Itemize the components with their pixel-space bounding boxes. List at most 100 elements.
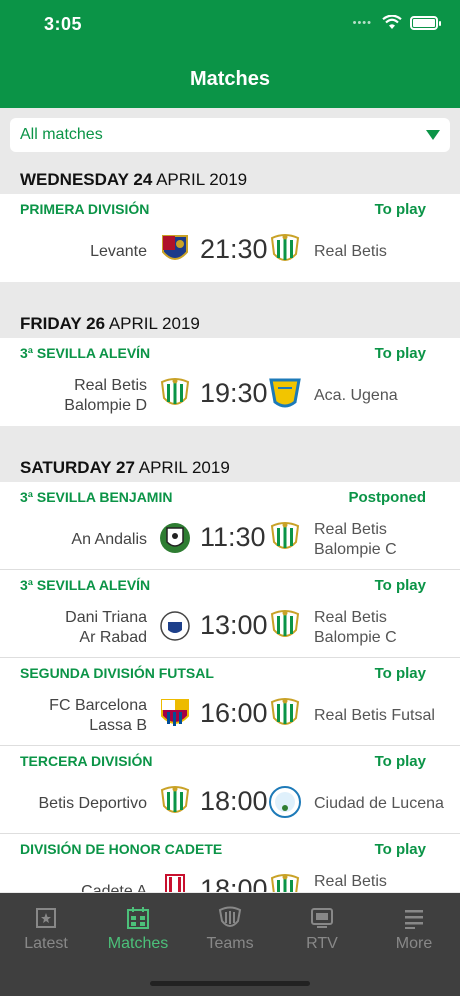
home-team-name: Cadete A xyxy=(0,882,147,892)
match-row[interactable]: 3ª SEVILLA BENJAMIN Postponed An Andalis 11… xyxy=(0,482,460,570)
competition-label: SEGUNDA DIVISIÓN FUTSAL xyxy=(20,665,214,681)
day-header-date: APRIL 2019 xyxy=(152,170,248,189)
betis-crest-icon xyxy=(268,608,302,644)
betis-crest-icon xyxy=(158,376,192,412)
home-team-name: FC Barcelona Lassa B xyxy=(0,696,147,736)
match-row[interactable]: 3ª SEVILLA ALEVÍN To play Dani Triana Ar Ra… xyxy=(0,570,460,658)
competition-label: DIVISIÓN DE HONOR CADETE xyxy=(20,841,223,857)
home-team-line: Ar Rabad xyxy=(79,629,147,646)
betis-crest-icon xyxy=(268,696,302,732)
page-title: Matches xyxy=(189,68,271,90)
competition-label: 3ª SEVILLA ALEVÍN xyxy=(20,345,151,361)
home-team-line: An Andalis xyxy=(71,531,147,548)
lucena-crest-icon xyxy=(268,784,302,820)
competition-label: 3ª SEVILLA BENJAMIN xyxy=(20,489,173,505)
competition-label: 3ª SEVILLA ALEVÍN xyxy=(20,577,151,593)
home-team-line: Balompie D xyxy=(64,397,147,414)
teams-crest-icon xyxy=(217,905,243,931)
match-row[interactable]: PRIMERA DIVISIÓN To play Levante 21:30 Real … xyxy=(0,194,460,282)
betis-crest-icon xyxy=(268,520,302,556)
day-header-date: APRIL 2019 xyxy=(105,314,200,333)
day-header-weekday: FRIDAY 26 xyxy=(20,314,106,333)
match-status: To play xyxy=(374,753,426,770)
home-indicator xyxy=(150,981,310,986)
away-team-name: Real BetisBalompié xyxy=(314,872,460,892)
home-team-line: Betis Deportivo xyxy=(38,795,148,812)
away-team-name: Real Betis Balompie C xyxy=(314,520,460,560)
kickoff-time: 16:00 xyxy=(200,698,268,728)
away-team-name: Ciudad de Lucena xyxy=(314,794,460,814)
betis-crest-icon xyxy=(268,232,302,268)
header: 3:05 •••• Matches xyxy=(0,0,460,108)
tab-label: More xyxy=(395,935,433,952)
competition-label: TERCERA DIVISIÓN xyxy=(20,753,153,769)
tab-matches[interactable]: Matches xyxy=(92,905,184,953)
home-team-name: Betis Deportivo xyxy=(0,794,148,814)
calendar-icon xyxy=(125,905,151,931)
match-status: To play xyxy=(374,345,426,362)
home-team-line: Lassa B xyxy=(89,717,147,734)
day-header: WEDNESDAY 24 APRIL 2019 xyxy=(0,164,460,194)
away-team-line: Real Betis xyxy=(314,609,387,626)
away-team-name: Real Betis Balompie C xyxy=(314,608,460,648)
more-list-icon xyxy=(401,905,427,931)
matches-filter-dropdown[interactable]: All matches xyxy=(10,118,450,152)
filter-bar: All matches xyxy=(0,108,460,164)
kickoff-time: 13:00 xyxy=(200,610,268,640)
tab-teams[interactable]: Teams xyxy=(184,905,276,953)
home-team-name: Levante xyxy=(0,242,147,262)
tab-label: RTV xyxy=(306,935,338,952)
levante-crest-icon xyxy=(158,232,192,268)
day-header-weekday: WEDNESDAY 24 xyxy=(20,170,153,189)
tab-label: Latest xyxy=(24,935,68,952)
day-header: FRIDAY 26 APRIL 2019 xyxy=(0,282,460,338)
home-team-name: Real Betis Balompie D xyxy=(0,376,147,416)
status-icons: •••• xyxy=(353,15,441,30)
home-team-line: Levante xyxy=(90,243,147,260)
home-team-name: An Andalis xyxy=(0,530,147,550)
away-team-line: Real Betis xyxy=(314,873,387,890)
kickoff-time: 18:00 xyxy=(200,874,268,892)
dropdown-triangle-icon xyxy=(426,130,440,140)
away-team-line: Real Betis Futsal xyxy=(314,707,435,724)
match-status: To play xyxy=(374,841,426,858)
away-team-name: Real Betis Futsal xyxy=(314,706,460,726)
tab-more[interactable]: More xyxy=(368,905,460,953)
day-header: SATURDAY 27 APRIL 2019 xyxy=(0,426,460,482)
match-row[interactable]: SEGUNDA DIVISIÓN FUTSAL To play FC Barcelo… xyxy=(0,658,460,746)
away-team-name: Real Betis xyxy=(314,242,460,262)
tab-label: Matches xyxy=(107,935,169,952)
day-header-date: APRIL 2019 xyxy=(134,458,230,477)
kickoff-time: 21:30 xyxy=(200,234,268,264)
home-team-line: Dani Triana xyxy=(65,609,147,626)
match-status: Postponed xyxy=(348,489,427,506)
away-team-line: Balompie C xyxy=(314,629,397,646)
betis-crest-icon xyxy=(158,784,192,820)
competition-label: PRIMERA DIVISIÓN xyxy=(20,201,150,217)
away-team-line: Ciudad de Lucena xyxy=(314,795,444,812)
matches-list[interactable]: WEDNESDAY 24 APRIL 2019 PRIMERA DIVISIÓN T… xyxy=(0,164,460,892)
tab-latest[interactable]: Latest xyxy=(0,905,92,953)
match-row[interactable]: 3ª SEVILLA ALEVÍN To play Real Betis Balomp… xyxy=(0,338,460,426)
match-status: To play xyxy=(374,665,426,682)
ugena-crest-icon xyxy=(268,376,302,412)
tv-icon xyxy=(309,905,335,931)
match-status: To play xyxy=(374,201,426,218)
day-header-weekday: SATURDAY 27 xyxy=(20,458,135,477)
tab-rtv[interactable]: RTV xyxy=(276,905,368,953)
battery-icon xyxy=(410,15,441,30)
status-time: 3:05 xyxy=(44,14,83,34)
kickoff-time: 18:00 xyxy=(200,786,268,816)
tab-label: Teams xyxy=(206,935,254,952)
away-team-name: Aca. Ugena xyxy=(314,386,460,406)
home-team-line: Real Betis xyxy=(74,377,147,394)
match-row[interactable]: TERCERA DIVISIÓN To play Betis Deportivo 18… xyxy=(0,746,460,834)
wifi-icon xyxy=(382,15,402,29)
match-row[interactable]: DIVISIÓN DE HONOR CADETE To play Cadete A 1… xyxy=(0,834,460,892)
betis-crest-icon xyxy=(268,872,302,892)
home-team-name: Dani Triana Ar Rabad xyxy=(0,608,147,648)
triana-crest-icon xyxy=(158,608,192,644)
match-status: To play xyxy=(374,577,426,594)
kickoff-time: 19:30 xyxy=(200,378,268,408)
away-team-line: Aca. Ugena xyxy=(314,387,398,404)
